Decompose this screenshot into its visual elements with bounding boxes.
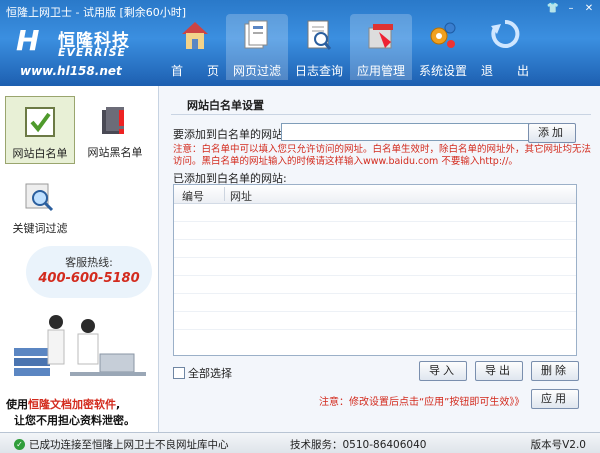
select-all[interactable]: 全部选择 — [173, 365, 232, 381]
nav-app-manage[interactable]: 应用管理 — [350, 14, 412, 80]
nav-system-settings[interactable]: 系统设置 — [412, 14, 474, 80]
header-bar: 恒隆上网卫士 - 试用版 [剩余60小时] 👕 – ✕ H 恒隆科技 EVERR… — [0, 0, 600, 86]
table-header: 编号 网址 — [174, 185, 576, 204]
delete-button[interactable]: 删除 — [531, 361, 579, 381]
main-panel: 网站白名单设置 要添加到白名单的网站: 添加 注意：白名单中可以填入您只允许访问… — [159, 86, 600, 432]
sidebar: 网站白名单 网站黑名单 关键词过滤 客服热线: 400-600-5180 使用恒… — [0, 86, 159, 432]
apply-button[interactable]: 应用 — [531, 389, 579, 409]
sidebar-item-keyword[interactable]: 关键词过滤 — [5, 172, 75, 240]
grid-line — [174, 257, 576, 258]
col-separator — [224, 187, 225, 201]
hotline-box: 客服热线: 400-600-5180 — [26, 246, 152, 306]
nav-home[interactable]: 首 页 — [164, 14, 226, 80]
house-icon — [182, 22, 208, 49]
window-title: 恒隆上网卫士 - 试用版 [剩余60小时] — [6, 6, 187, 19]
grid-line — [174, 239, 576, 240]
grid-line — [174, 221, 576, 222]
logo-url: www.hl158.net — [20, 64, 122, 78]
sidebar-item-blacklist[interactable]: 网站黑名单 — [80, 96, 150, 164]
sidebar-item-whitelist[interactable]: 网站白名单 — [5, 96, 75, 164]
logo-company-en: EVERRISE — [58, 46, 127, 59]
exit-icon — [491, 19, 520, 48]
tech-service: 技术服务：0510-86406040 — [290, 439, 427, 451]
col-number[interactable]: 编号 — [182, 188, 204, 204]
import-button[interactable]: 导入 — [419, 361, 467, 381]
grid-line — [174, 275, 576, 276]
check-icon — [25, 107, 55, 137]
grid-line — [174, 293, 576, 294]
version-label: 版本号V2.0 — [530, 439, 586, 451]
hotline-title: 客服热线: — [65, 256, 113, 269]
pages-icon — [244, 20, 268, 49]
magnifier-icon — [25, 183, 54, 212]
nav-exit[interactable]: 退 出 — [474, 14, 536, 80]
status-bar: ✓ 已成功连接至恒隆上网卫士不良网址库中心 技术服务：0510-86406040… — [0, 432, 600, 453]
connection-text: 已成功连接至恒隆上网卫士不良网址库中心 — [29, 439, 229, 451]
company-logo: H 恒隆科技 EVERRISE www.hl158.net — [16, 24, 146, 80]
app-window: 恒隆上网卫士 - 试用版 [剩余60小时] 👕 – ✕ H 恒隆科技 EVERR… — [0, 0, 600, 453]
apply-note: 注意：修改设置后点击“应用”按钮即可生效》》 — [319, 397, 525, 408]
check-circle-icon: ✓ — [14, 439, 25, 450]
nav-web-filter[interactable]: 网页过滤 — [226, 14, 288, 80]
warning-book-icon — [102, 107, 124, 134]
gears-icon — [430, 22, 456, 48]
export-button[interactable]: 导出 — [475, 361, 523, 381]
panel-title: 网站白名单设置 — [187, 99, 264, 112]
nav-log-query[interactable]: 日志查询 — [288, 14, 350, 80]
add-label: 要添加到白名单的网站: — [173, 128, 287, 141]
promo-line-1: 使用恒隆文档加密软件, — [6, 398, 121, 411]
whitelist-table[interactable]: 编号 网址 — [173, 184, 577, 356]
logo-mark-icon: H — [16, 24, 40, 57]
app-manage-icon — [368, 24, 393, 49]
connection-status: ✓ 已成功连接至恒隆上网卫士不良网址库中心 — [14, 437, 229, 452]
select-all-checkbox[interactable] — [173, 367, 185, 379]
grid-line — [174, 311, 576, 312]
promo-people-image — [14, 315, 146, 376]
title-divider — [171, 114, 591, 115]
add-button[interactable]: 添加 — [528, 123, 576, 143]
grid-line — [174, 329, 576, 330]
col-url[interactable]: 网址 — [230, 188, 252, 204]
url-input[interactable] — [281, 123, 529, 141]
promo-line-2: 让您不用担心资料泄密。 — [14, 414, 135, 427]
whitelist-note: 注意：白名单中可以填入您只允许访问的网址。白名单生效时，除白名单的网址外，其它网… — [173, 144, 592, 167]
log-search-icon — [307, 20, 332, 50]
hotline-number: 400-600-5180 — [38, 271, 140, 286]
select-all-label: 全部选择 — [188, 367, 232, 380]
main-nav: 首 页 网页过滤 日志查询 应用管理 系统设置 退 出 — [164, 14, 594, 84]
